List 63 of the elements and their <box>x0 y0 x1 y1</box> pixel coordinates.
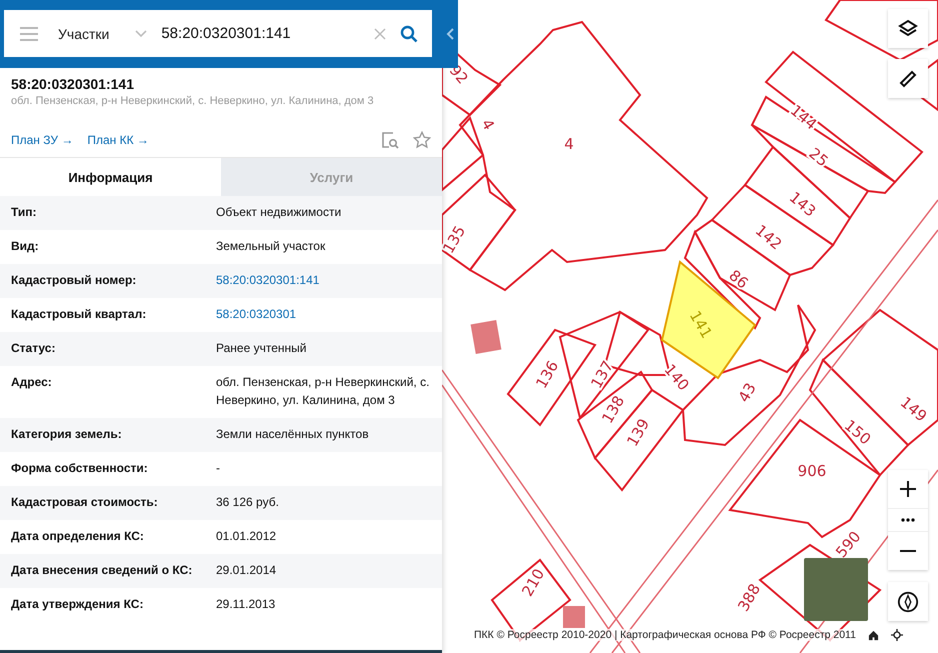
field-value: 29.01.2014 <box>216 562 278 579</box>
field-label: Вид: <box>11 239 40 255</box>
field-value: 01.01.2012 <box>216 528 278 545</box>
field-label: Кадастровая стоимость: <box>11 495 159 511</box>
parcel-number: 906 <box>798 462 826 480</box>
parcel-number: 4 <box>478 116 498 134</box>
field-value: Земельный участок <box>216 238 326 255</box>
parcel-number: 590 <box>832 528 864 562</box>
compass-icon <box>897 590 919 612</box>
field-value-link[interactable]: 58:20:0320301:141 <box>216 271 431 289</box>
field-label: Кадастровый номер: <box>11 273 138 289</box>
minus-icon <box>899 549 917 553</box>
object-address: обл. Пензенская, р-н Неверкинский, с. Неверкино, ул. Калинина, дом 3 <box>11 95 375 107</box>
field-label: Форма собственности: <box>11 461 149 477</box>
plus-icon <box>899 480 917 498</box>
field-value: 29.11.2013 <box>216 596 276 613</box>
layers-button[interactable] <box>888 9 928 48</box>
ruler-button[interactable] <box>888 59 928 98</box>
field-value: - <box>216 460 221 477</box>
parcel-number: 4 <box>564 135 574 154</box>
field-value-link[interactable]: 58:20:0320301 <box>216 305 431 323</box>
parcel-number: 144 <box>786 101 820 134</box>
plan-link[interactable]: План КК → <box>87 133 149 147</box>
parcel-number: 140 <box>660 360 693 394</box>
field-label: Дата утверждения КС: <box>11 597 144 613</box>
chevron-left-icon <box>446 28 454 40</box>
parcel-number: 86 <box>725 266 752 292</box>
field-value: обл. Пензенская, р-н Неверкинский, с. Неверкино, ул. Калинина, дом 3 <box>216 374 430 409</box>
search-icon[interactable] <box>400 24 418 42</box>
field-value: Ранее учтенный <box>216 340 308 357</box>
field-value: 36 126 руб. <box>216 494 280 511</box>
parcel-number: 43 <box>734 380 760 406</box>
field-value: Земли населённых пунктов <box>216 426 370 443</box>
compass-button[interactable] <box>888 582 928 621</box>
ruler-icon <box>898 68 918 88</box>
field-label: Категория земель: <box>11 427 123 443</box>
field-label: Дата внесения сведений о КС: <box>11 563 194 579</box>
more-button[interactable] <box>888 508 928 532</box>
field-label: Статус: <box>11 341 56 357</box>
document-search-icon[interactable] <box>381 131 399 149</box>
home-icon[interactable] <box>868 630 879 640</box>
parcel-number: 149 <box>896 393 930 426</box>
dots-icon <box>901 518 915 522</box>
chevron-down-icon <box>135 30 148 38</box>
plan-link[interactable]: План ЗУ → <box>11 133 74 147</box>
parcel-number: 150 <box>840 416 874 448</box>
category-dropdown[interactable]: Участки <box>58 26 148 42</box>
field-label: Адрес: <box>11 375 53 391</box>
locate-icon[interactable] <box>890 629 903 641</box>
layers-icon <box>898 18 918 38</box>
field-value: Объект недвижимости <box>216 204 342 221</box>
parcel-number: 143 <box>786 188 820 220</box>
satellite-thumbnail[interactable] <box>804 558 868 621</box>
parcel-number: 142 <box>752 221 786 254</box>
star-icon[interactable] <box>413 131 431 149</box>
field-label: Дата определения КС: <box>11 529 145 545</box>
map-attribution: ПКК © Росреестр 2010-2020 | Картографическая основа РФ © Росреестр 2011 <box>474 629 856 641</box>
zoom-in-button[interactable] <box>888 470 928 508</box>
parcel-number: 25 <box>805 144 832 170</box>
field-label: Кадастровый квартал: <box>11 307 148 323</box>
zoom-out-button[interactable] <box>888 532 928 570</box>
field-label: Тип: <box>11 205 38 221</box>
object-title: 58:20:0320301:141 <box>11 76 135 92</box>
